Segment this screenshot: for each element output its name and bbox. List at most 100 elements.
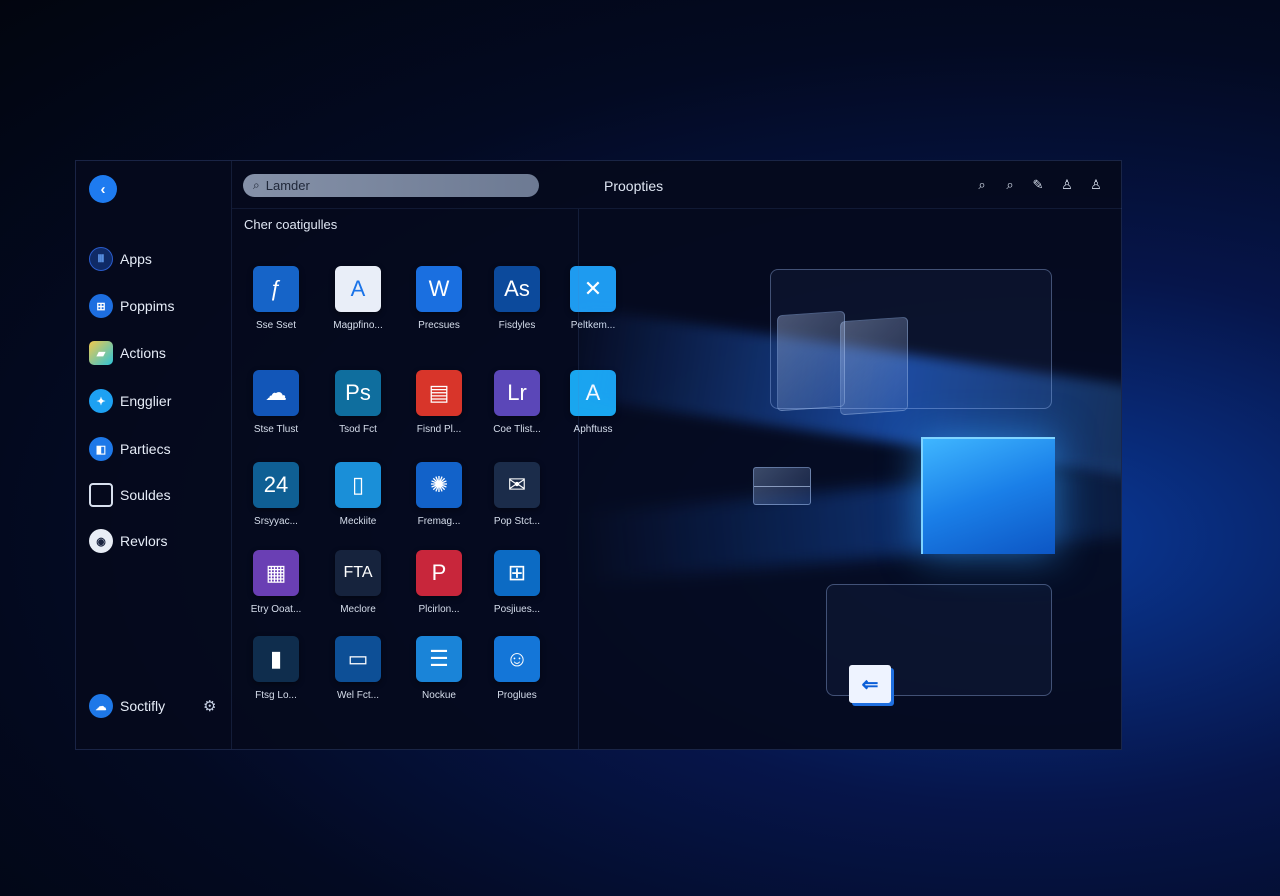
app-icon: ƒ [253,266,299,312]
app-label: Pop Stct... [493,516,541,527]
app-label: Posjiues... [493,604,541,615]
app-tile[interactable]: FTA Meclore [318,550,398,615]
app-icon: Lr [494,370,540,416]
zoom-icon[interactable]: ⌕ [1002,177,1018,193]
app-tile[interactable]: ▤ Fisnd Pl... [399,370,479,435]
app-label: Nockue [422,690,456,701]
app-label: Meckiite [339,516,377,527]
app-icon: ▤ [416,370,462,416]
sidebar-item-engglier[interactable]: ✦ Engglier [89,388,171,414]
bird-icon: ✦ [89,389,113,413]
app-label: Fisnd Pl... [416,424,462,435]
app-tile[interactable]: ☺ Proglues [477,636,557,701]
app-label: Meclore [340,604,376,615]
mail-icon[interactable] [753,467,811,505]
sidebar-item-label: Apps [120,251,152,267]
app-tile[interactable]: A Magpfino... [318,266,398,331]
sidebar-item-partiecs[interactable]: ◧ Partiecs [89,436,171,462]
app-icon: FTA [335,550,381,596]
app-tile[interactable]: ☰ Nockue [399,636,479,701]
app-icon: As [494,266,540,312]
app-label: Wel Fct... [336,690,380,701]
app-tile[interactable]: ⊞ Posjiues... [477,550,557,615]
app-icon: W [416,266,462,312]
search-icon: ⌕ [253,178,260,192]
app-icon: ▭ [335,636,381,682]
app-tile[interactable]: ƒ Sse Sset [236,266,316,331]
app-tile[interactable]: W Precsues [399,266,479,331]
app-icon: ▦ [253,550,299,596]
user-icon: ◉ [89,529,113,553]
app-tile[interactable]: ▮ Ftsg Lo... [236,636,316,701]
app-label: Proglues [497,690,537,701]
sidebar-item-souldes[interactable]: Souldes [89,482,171,508]
app-tile[interactable]: ▯ Meckiite [318,462,398,527]
app-icon: Ps [335,370,381,416]
app-icon: ☺ [494,636,540,682]
sidebar-item-poppims[interactable]: ⊞ Poppims [89,293,174,319]
app-icon: 24 [253,462,299,508]
launcher-window: ‹ Ⅲ Apps ⊞ Poppims ▰ Actions ✦ Engglier … [75,160,1122,750]
account-label: Soctifly [120,698,166,714]
monitor-icon [89,483,113,507]
app-tile[interactable]: ✺ Fremag... [399,462,479,527]
app-icon: ⊞ [494,550,540,596]
app-icon: ☰ [416,636,462,682]
app-label: Coe Tlist... [493,424,541,435]
sidebar: ‹ Ⅲ Apps ⊞ Poppims ▰ Actions ✦ Engglier … [76,161,232,749]
app-tile[interactable]: ▭ Wel Fct... [318,636,398,701]
app-icon: ✉ [494,462,540,508]
back-logo-icon[interactable]: ‹ [89,175,117,203]
app-tile[interactable]: P Plcirlon... [399,550,479,615]
app-icon: A [335,266,381,312]
app-icon: P [416,550,462,596]
app-label: Stse Tlust [253,424,299,435]
glass-card [777,310,845,412]
app-label: Fremag... [417,516,461,527]
pen-icon[interactable]: ✎ [1030,177,1046,193]
page-title: Proopties [604,178,664,194]
app-label: Fisdyles [498,320,536,331]
sidebar-item-actions[interactable]: ▰ Actions [89,340,166,366]
users-icon: ◧ [89,437,113,461]
app-label: Precsues [418,320,460,331]
account-icon[interactable]: ♙ [1088,177,1104,193]
app-icon: ▯ [335,462,381,508]
app-label: Ftsg Lo... [255,690,297,701]
section-title: Cher coatigulles [244,217,338,232]
glowing-window-graphic [921,437,1055,554]
sidebar-item-apps[interactable]: Ⅲ Apps [89,246,152,272]
sidebar-item-label: Actions [120,345,166,361]
glass-card [840,316,908,416]
settings-gear-icon[interactable]: ⚙ [203,697,216,715]
app-tile[interactable]: Lr Coe Tlist... [477,370,557,435]
search-bar[interactable]: ⌕ [243,174,539,197]
app-tile[interactable]: As Fisdyles [477,266,557,331]
app-tile[interactable]: ☁ Stse Tlust [236,370,316,435]
sidebar-item-label: Partiecs [120,441,171,457]
sidebar-item-label: Souldes [120,487,171,503]
app-label: Etry Ooat... [250,604,302,615]
app-tile[interactable]: 24 Srsyyac... [236,462,316,527]
search-input[interactable] [263,177,518,194]
app-icon: ✺ [416,462,462,508]
account-button[interactable]: ☁ Soctifly [89,694,165,718]
app-label: Sse Sset [255,320,297,331]
cloud-icon: ☁ [89,694,113,718]
sidebar-item-revlors[interactable]: ◉ Revlors [89,528,167,554]
windows-icon: ⊞ [89,294,113,318]
person-icon[interactable]: ♙ [1059,177,1075,193]
app-label: Plcirlon... [418,604,460,615]
grid-icon: Ⅲ [89,247,113,271]
app-tile[interactable]: ✉ Pop Stct... [477,462,557,527]
sidebar-item-label: Revlors [120,533,168,549]
preview-pane: ⇐ [579,209,1121,749]
app-icon: ▮ [253,636,299,682]
app-tile[interactable]: Ps Tsod Fct [318,370,398,435]
return-icon[interactable]: ⇐ [849,665,891,703]
folder-icon: ▰ [89,341,113,365]
app-tile[interactable]: ▦ Etry Ooat... [236,550,316,615]
sidebar-item-label: Poppims [120,298,175,314]
search-icon[interactable]: ⌕ [974,177,990,193]
app-icon: ☁ [253,370,299,416]
